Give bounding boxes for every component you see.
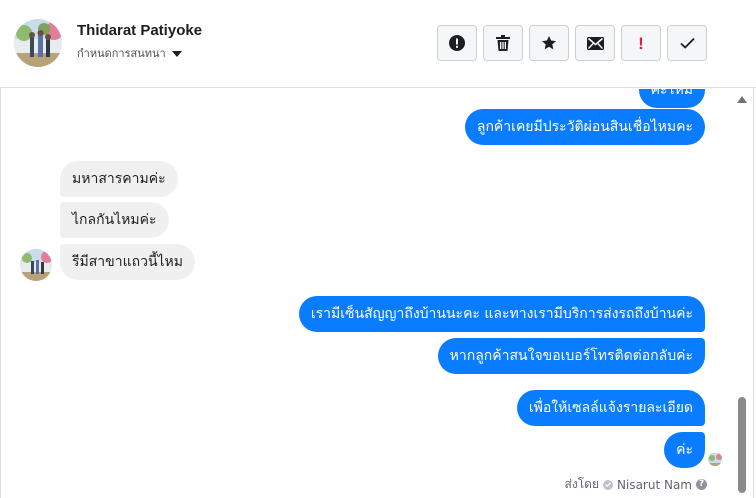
message-text: หากลูกค้าสนใจขอเบอร์โทรติดต่อกลับค่ะ [449,348,693,364]
star-icon [542,36,556,50]
message-text: ค่ะไหม [650,89,693,98]
message-thread: ค่ะไหม ลูกค้าเคยมีประวัติผ่อนสินเชื่อไหม… [0,89,734,498]
scrollbar-thumb[interactable] [738,397,746,493]
incoming-message[interactable]: มหาสารคามค่ะ [60,161,178,197]
star-button[interactable] [529,25,569,61]
seen-indicator-avatar [708,452,722,466]
sent-by-info: ส่งโดย Nisarut Nam ? [565,475,707,494]
message-text: ลูกค้าเคยมีประวัติผ่อนสินเชื่อไหมคะ [476,119,693,135]
message-text: รีมีสาขาแถวนี้ไหม [72,254,184,270]
contact-avatar-small[interactable] [20,249,52,281]
caret-down-icon [171,50,182,57]
message-text: ค่ะ [676,442,693,458]
scroll-up-arrow-icon[interactable] [737,96,747,103]
help-icon[interactable]: ? [696,479,707,490]
outgoing-message[interactable]: ค่ะไหม [638,89,705,108]
action-toolbar: ! [437,25,707,61]
contact-name[interactable]: Thidarat Patiyoke [77,22,202,39]
mark-spam-button[interactable] [437,25,477,61]
outgoing-message[interactable]: ค่ะ [664,432,705,468]
sender-name[interactable]: Nisarut Nam [617,478,692,492]
checkmark-icon [679,37,695,49]
mark-done-button[interactable] [667,25,707,61]
message-text: มหาสารคามค่ะ [72,171,166,187]
check-circle-icon [603,479,613,490]
alert-circle-icon [449,35,465,51]
message-text: ไกลกันไหมค่ะ [72,212,157,228]
outgoing-message[interactable]: เรามีเซ็นสัญญาถึงบ้านนะคะ และทางเรามีบริ… [298,296,705,332]
conversation-settings-dropdown[interactable]: กำหนดการสนทนา [77,44,182,62]
envelope-icon [586,36,604,50]
trash-icon [496,35,510,51]
outgoing-message[interactable]: ลูกค้าเคยมีประวัติผ่อนสินเชื่อไหมคะ [464,109,705,145]
follow-up-button[interactable]: ! [621,25,661,61]
mark-unread-button[interactable] [575,25,615,61]
message-text: เรามีเซ็นสัญญาถึงบ้านนะคะ และทางเรามีบริ… [310,306,693,322]
message-text: เพื่อให้เซลล์แจ้งรายละเอียด [528,400,693,416]
incoming-message[interactable]: ไกลกันไหมค่ะ [60,202,169,238]
contact-avatar[interactable] [14,19,62,67]
conversation-settings-label: กำหนดการสนทนา [77,47,166,60]
outgoing-message[interactable]: เพื่อให้เซลล์แจ้งรายละเอียด [516,390,705,426]
exclamation-icon: ! [638,33,644,53]
outgoing-message[interactable]: หากลูกค้าสนใจขอเบอร์โทรติดต่อกลับค่ะ [437,338,705,374]
delete-button[interactable] [483,25,523,61]
conversation-header: Thidarat Patiyoke กำหนดการสนทนา ! [0,0,756,88]
sent-by-label: ส่งโดย [564,477,599,491]
incoming-message[interactable]: รีมีสาขาแถวนี้ไหม [60,244,196,280]
